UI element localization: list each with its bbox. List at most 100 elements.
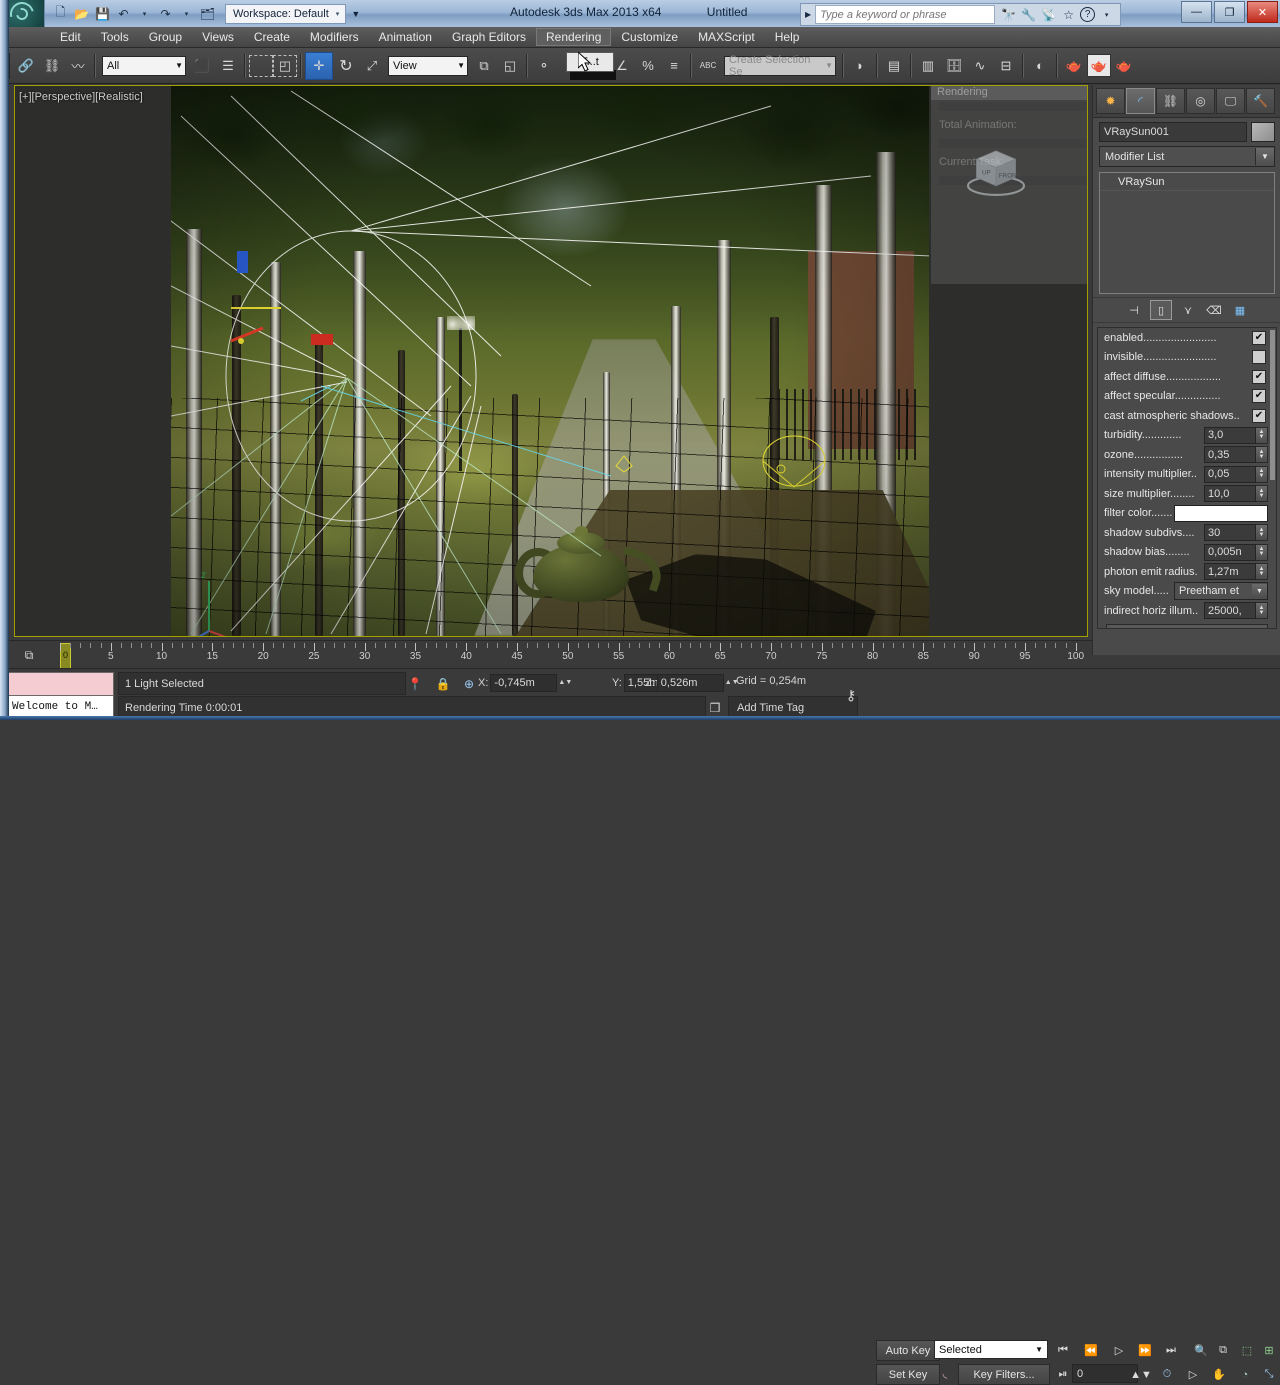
play-animation-button[interactable]: ▷ <box>1108 1340 1130 1361</box>
cast-atmospheric-shadows-checkbox[interactable]: ✔ <box>1252 408 1266 423</box>
panel-scrollbar[interactable] <box>1270 330 1275 480</box>
zoom-icon[interactable]: 🔍 <box>1190 1340 1212 1361</box>
lock-selection-icon[interactable]: 🔒 <box>432 673 454 694</box>
binoculars-icon[interactable]: 🔭 <box>1000 6 1017 23</box>
maximize-button[interactable]: ❐ <box>1214 1 1245 23</box>
select-and-scale-icon[interactable]: ⤢ <box>359 53 385 79</box>
use-center-flyout-icon[interactable]: ⧉ <box>471 53 497 79</box>
help-question-icon[interactable]: ? <box>1080 7 1096 22</box>
time-tag-icon[interactable]: ❒ <box>704 697 726 718</box>
maxscript-output-pane[interactable]: Welcome to M… <box>9 696 113 718</box>
rectangular-selection-region-icon[interactable] <box>249 54 273 77</box>
key-mode-toggle-button[interactable]: ⏯ <box>1052 1364 1074 1385</box>
show-end-result-icon[interactable]: ▯ <box>1150 300 1172 320</box>
intensity-multiplier-spinner-arrows[interactable]: ▲ ▼ <box>1256 465 1268 483</box>
redo-icon[interactable]: ↷ <box>156 4 175 23</box>
motion-tab[interactable]: ◎ <box>1186 88 1215 114</box>
mirror-icon[interactable]: ◗ <box>847 53 873 79</box>
turbidity-spinner-arrows[interactable]: ▲ ▼ <box>1256 426 1268 444</box>
wrench-icon[interactable]: 🔧 <box>1020 6 1037 23</box>
menu-item-tools[interactable]: Tools <box>91 28 139 46</box>
enabled-checkbox[interactable]: ✔ <box>1252 330 1266 345</box>
search-input[interactable] <box>815 5 996 24</box>
display-tab[interactable]: 🖵 <box>1216 88 1245 114</box>
key-filters-button[interactable]: Key Filters... <box>958 1364 1050 1385</box>
shadow-subdivs-spinner-arrows[interactable]: ▲ ▼ <box>1256 524 1268 542</box>
satellite-icon[interactable]: 📡 <box>1040 6 1057 23</box>
chevron-down-icon[interactable]: ▼ <box>1252 584 1267 599</box>
shadow-bias-spinner-arrows[interactable]: ▲ ▼ <box>1256 543 1268 561</box>
zoom-extents-all-icon[interactable]: ⊞ <box>1258 1340 1280 1361</box>
remove-modifier-icon[interactable]: ⌫ <box>1204 301 1224 319</box>
sky-model-combo[interactable]: Preetham et ▼ <box>1174 582 1268 601</box>
pan-view-icon[interactable]: ✋ <box>1208 1364 1230 1385</box>
shadow-subdivs-spinner-field[interactable]: 30 <box>1204 524 1256 542</box>
chevron-down-icon[interactable]: ▼ <box>1255 148 1274 165</box>
workspace-dropdown-icon[interactable]: ▼ <box>351 9 360 19</box>
previous-frame-button[interactable]: ⏪ <box>1080 1340 1102 1361</box>
close-button[interactable]: ✕ <box>1247 1 1278 23</box>
curve-editor-icon[interactable]: ∿ <box>967 53 993 79</box>
select-by-name-icon[interactable]: ☰ <box>215 53 241 79</box>
intensity-multiplier-spinner-field[interactable]: 0,05 <box>1204 465 1256 483</box>
menu-item-help[interactable]: Help <box>765 28 810 46</box>
window-crossing-icon[interactable]: ◰ <box>273 54 297 77</box>
open-mini-curve-editor-icon[interactable]: ⧉ <box>16 644 42 666</box>
z-coordinate-field[interactable]: 0,526m <box>656 673 724 692</box>
menu-item-edit[interactable]: Edit <box>50 28 91 46</box>
configure-modifier-sets-icon[interactable]: ▦ <box>1230 301 1250 319</box>
create-tab[interactable]: ✹ <box>1096 88 1125 114</box>
menu-item-create[interactable]: Create <box>244 28 300 46</box>
set-key-button[interactable]: Set Key <box>876 1364 940 1385</box>
make-unique-icon[interactable]: ⋎ <box>1178 301 1198 319</box>
infocenter-expand-icon[interactable]: ▶ <box>801 10 815 19</box>
menu-item-animation[interactable]: Animation <box>369 28 442 46</box>
go-to-start-button[interactable]: ⏮ <box>1052 1340 1074 1361</box>
photon-emit-radius-spinner-field[interactable]: 1,27m <box>1204 563 1256 581</box>
spinner-snap-toggle-icon[interactable]: ≡ <box>661 53 687 79</box>
menu-item-group[interactable]: Group <box>139 28 192 46</box>
absolute-relative-transform-icon[interactable]: ⊕ <box>458 673 480 694</box>
modifier-list-combo[interactable]: Modifier List ▼ <box>1099 146 1275 167</box>
help-dropdown-icon[interactable]: ▾ <box>1098 6 1115 23</box>
stack-item[interactable]: VRaySun <box>1100 173 1274 191</box>
next-frame-button[interactable]: ⏩ <box>1134 1340 1156 1361</box>
object-color-swatch[interactable] <box>1251 122 1275 142</box>
modify-tab[interactable]: ◜ <box>1126 88 1155 114</box>
minimize-button[interactable]: — <box>1181 1 1212 23</box>
turbidity-spinner-field[interactable]: 3,0 <box>1204 426 1256 444</box>
indirect-horiz-illum-spinner-field[interactable]: 25000, <box>1204 602 1256 620</box>
maxscript-mini-listener[interactable]: Welcome to M… <box>8 672 114 720</box>
undo-dropdown-icon[interactable]: ▾ <box>135 4 154 23</box>
photon-emit-radius-spinner-arrows[interactable]: ▲ ▼ <box>1256 563 1268 581</box>
current-frame-field[interactable]: 0 <box>1072 1364 1138 1383</box>
redo-dropdown-icon[interactable]: ▾ <box>177 4 196 23</box>
utilities-tab[interactable]: 🔨 <box>1246 88 1275 114</box>
maximize-viewport-icon[interactable]: ⤡ <box>1258 1364 1280 1385</box>
schematic-view-icon[interactable]: ⊟ <box>993 53 1019 79</box>
undo-icon[interactable]: ↶ <box>114 4 133 23</box>
named-selection-combo[interactable]: Create Selection Se ▼ <box>724 54 836 78</box>
invisible-checkbox[interactable] <box>1252 350 1266 365</box>
filter-color-swatch[interactable] <box>1174 504 1268 522</box>
select-object-icon[interactable]: ⬛ <box>189 53 215 79</box>
size-multiplier-spinner-field[interactable]: 10,0 <box>1204 485 1256 503</box>
key-toggle-icon[interactable]: ⚷ <box>840 685 862 706</box>
hierarchy-tab[interactable]: ⛓ <box>1156 88 1185 114</box>
workspace-selector[interactable]: Workspace: Default ▾ <box>225 3 347 24</box>
menu-item-rendering[interactable]: Rendering <box>536 28 612 46</box>
size-multiplier-spinner-arrows[interactable]: ▲ ▼ <box>1256 485 1268 503</box>
unlink-selection-icon[interactable]: ⛓ <box>39 53 65 79</box>
pin-stack-status-icon[interactable]: 📍 <box>404 673 426 694</box>
go-to-end-button[interactable]: ⏭ <box>1160 1340 1182 1361</box>
exclude-button[interactable]: Exclude... <box>1106 623 1268 628</box>
material-editor-icon[interactable]: ◐ <box>1027 53 1053 79</box>
bind-to-space-warp-icon[interactable]: 〰 <box>65 53 91 79</box>
align-icon[interactable]: ▤ <box>881 53 907 79</box>
selection-set-combo[interactable]: Selected ▼ <box>934 1340 1048 1359</box>
frame-spinner-icon[interactable]: ▲▼ <box>1130 1364 1152 1385</box>
edit-named-selection-sets-icon[interactable]: ABC <box>695 53 721 79</box>
object-name-field[interactable]: VRaySun001 <box>1099 122 1247 142</box>
zoom-extents-icon[interactable]: ⬚ <box>1236 1340 1258 1361</box>
pin-stack-icon[interactable]: ⊣ <box>1124 301 1144 319</box>
